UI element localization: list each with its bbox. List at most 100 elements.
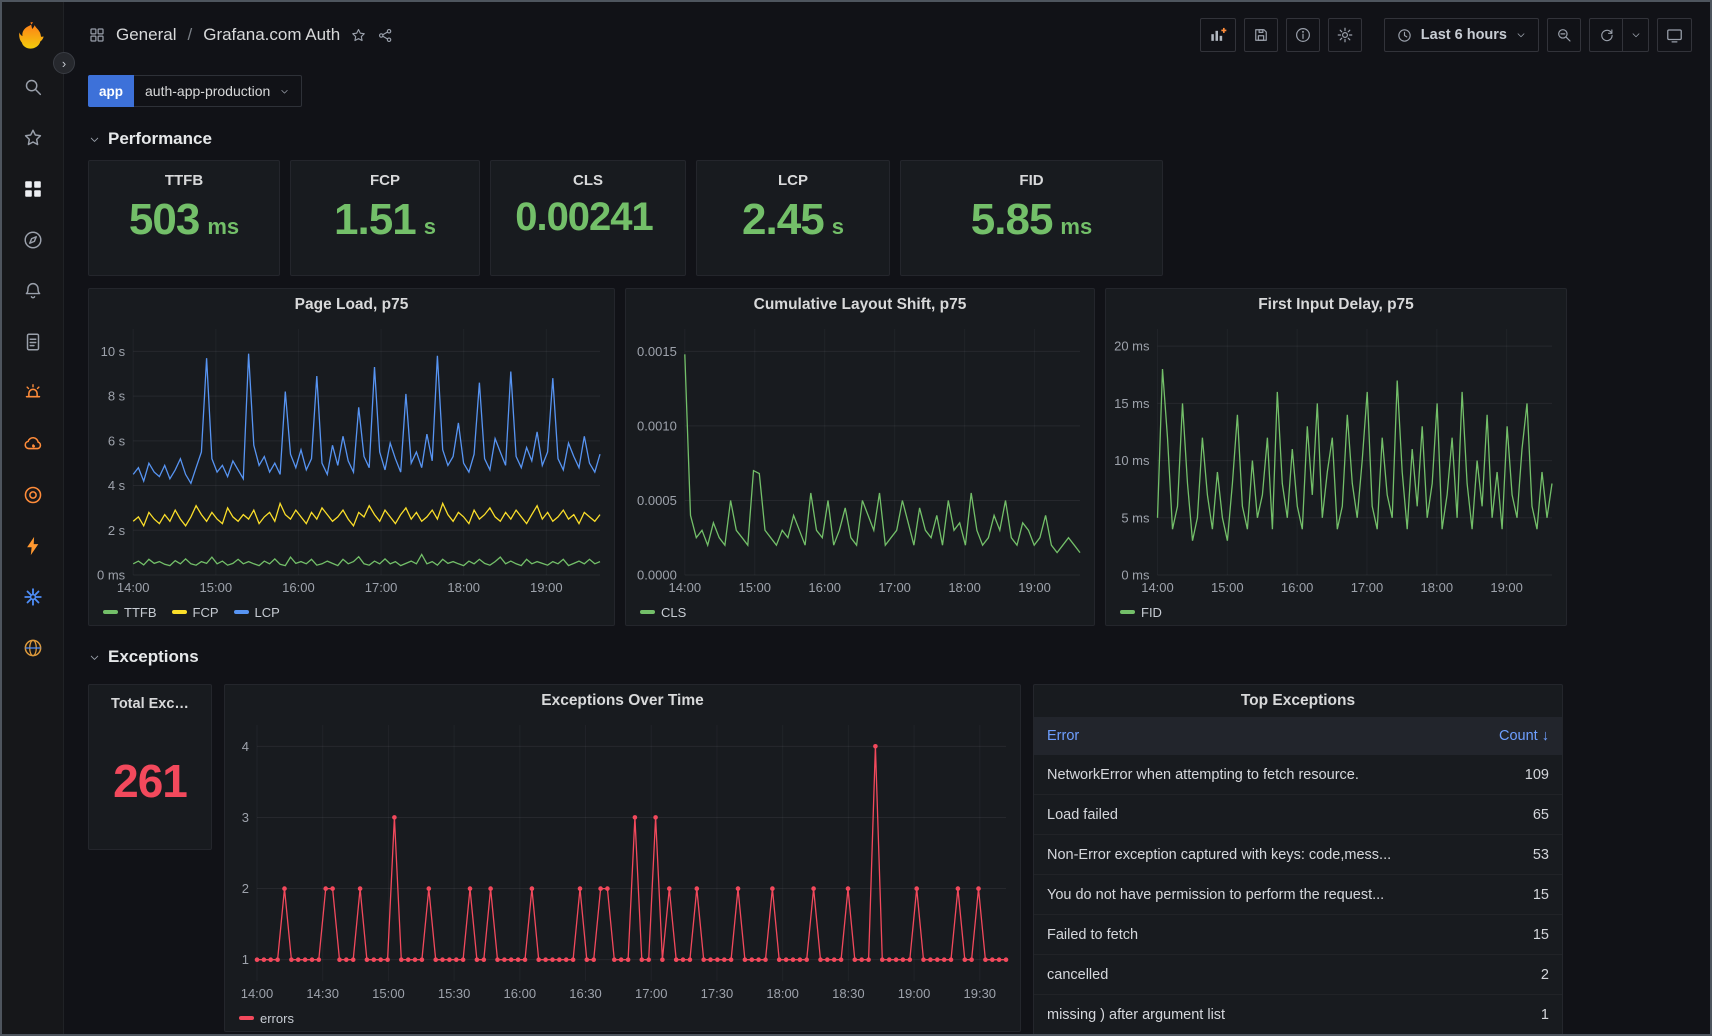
row-toggle-exceptions[interactable]: Exceptions	[88, 640, 199, 674]
panel-fcp: FCP 1.51s	[290, 160, 480, 276]
panel-fid-timeseries: First Input Delay, p75 14:0015:0016:0017…	[1105, 288, 1567, 626]
info-icon	[1294, 26, 1312, 44]
timeseries-panel-row: Page Load, p75 14:0015:0016:0017:0018:00…	[88, 288, 1686, 626]
panel-title[interactable]: LCP	[778, 172, 808, 189]
sidebar-item-synthetics[interactable]	[13, 577, 53, 617]
sidebar-item-documents[interactable]	[13, 322, 53, 362]
table-row[interactable]: missing ) after argument list1	[1034, 995, 1562, 1035]
zoom-out-time-button[interactable]	[1547, 18, 1581, 52]
chart-legend: CLS	[626, 599, 1094, 625]
time-range-picker[interactable]: Last 6 hours	[1384, 18, 1539, 52]
sidebar-item-search[interactable]	[13, 67, 53, 107]
panel-title[interactable]: Total Exc…	[111, 696, 189, 712]
panel-title[interactable]: Exceptions Over Time	[225, 685, 1020, 717]
svg-text:15:30: 15:30	[438, 986, 471, 1001]
siren-icon	[22, 382, 44, 404]
legend-item-cls[interactable]: CLS	[640, 605, 686, 620]
chevron-down-icon	[1630, 29, 1642, 41]
table-row[interactable]: You do not have permission to perform th…	[1034, 875, 1562, 915]
exceptions-panel-row: Total Exc… 261 Exceptions Over Time 14:0…	[88, 684, 1686, 1036]
column-header-count[interactable]: Count ↓	[1485, 728, 1549, 744]
svg-text:0 ms: 0 ms	[1121, 568, 1150, 583]
variable-value-dropdown[interactable]: auth-app-production	[134, 75, 302, 107]
svg-text:19:00: 19:00	[530, 580, 563, 595]
sidebar-item-oncall[interactable]	[13, 373, 53, 413]
refresh-button[interactable]	[1589, 18, 1623, 52]
refresh-interval-dropdown[interactable]	[1623, 18, 1649, 52]
svg-text:15 ms: 15 ms	[1114, 396, 1150, 411]
table-row[interactable]: NetworkError when attempting to fetch re…	[1034, 755, 1562, 795]
dashboard-settings-button[interactable]	[1328, 18, 1362, 52]
svg-text:19:00: 19:00	[1490, 580, 1523, 595]
svg-text:2 s: 2 s	[108, 523, 126, 538]
sidebar-item-k6[interactable]	[13, 526, 53, 566]
legend-item-errors[interactable]: errors	[239, 1011, 294, 1026]
svg-text:6 s: 6 s	[108, 433, 126, 448]
legend-item-ttfb[interactable]: TTFB	[103, 605, 157, 620]
table-row[interactable]: Load failed65	[1034, 795, 1562, 835]
add-panel-button[interactable]	[1200, 18, 1236, 52]
legend-swatch	[172, 610, 187, 614]
legend-item-lcp[interactable]: LCP	[234, 605, 280, 620]
legend-swatch	[239, 1016, 254, 1020]
table-row[interactable]: cancelled2	[1034, 955, 1562, 995]
panel-title[interactable]: Top Exceptions	[1034, 685, 1562, 717]
sidebar-expand-button[interactable]: ›	[53, 52, 75, 74]
table-row[interactable]: Non-Error exception captured with keys: …	[1034, 835, 1562, 875]
svg-text:17:30: 17:30	[701, 986, 734, 1001]
svg-text:15:00: 15:00	[200, 580, 233, 595]
sidebar-item-explore[interactable]	[13, 220, 53, 260]
column-header-error[interactable]: Error	[1047, 728, 1485, 744]
stat-value: 5.85ms	[971, 191, 1092, 275]
sidebar-item-dashboards[interactable]	[13, 169, 53, 209]
svg-text:16:30: 16:30	[569, 986, 602, 1001]
table-row[interactable]: Failed to fetch15	[1034, 915, 1562, 955]
legend-swatch	[103, 610, 118, 614]
legend-item-fcp[interactable]: FCP	[172, 605, 219, 620]
svg-text:15:00: 15:00	[1211, 580, 1244, 595]
count-cell: 15	[1485, 887, 1549, 903]
breadcrumb: General / Grafana.com Auth	[88, 25, 394, 45]
share-icon[interactable]	[377, 27, 394, 44]
sidebar-item-alerting[interactable]	[13, 271, 53, 311]
panel-title[interactable]: FCP	[370, 172, 400, 189]
dashboard-grid-icon	[88, 26, 106, 44]
sidebar-item-web-monitoring[interactable]	[13, 628, 53, 668]
sidebar-item-starred[interactable]	[13, 118, 53, 158]
legend-item-fid[interactable]: FID	[1120, 605, 1162, 620]
document-icon	[22, 331, 44, 353]
panel-title[interactable]: CLS	[573, 172, 603, 189]
legend-swatch	[640, 610, 655, 614]
panel-title[interactable]: First Input Delay, p75	[1106, 289, 1566, 321]
svg-text:4: 4	[242, 739, 249, 754]
tv-monitor-icon	[1665, 26, 1684, 45]
error-cell: You do not have permission to perform th…	[1047, 887, 1485, 903]
collapse-chevron-icon	[88, 133, 101, 146]
grafana-flame-icon	[18, 21, 48, 51]
svg-text:18:00: 18:00	[447, 580, 480, 595]
favorite-star-icon[interactable]	[350, 27, 367, 44]
panel-title[interactable]: FID	[1019, 172, 1043, 189]
sidebar-item-slo[interactable]	[13, 475, 53, 515]
kiosk-mode-button[interactable]	[1657, 18, 1692, 52]
legend-swatch	[234, 610, 249, 614]
table-header: Error Count ↓	[1034, 717, 1562, 755]
panel-title[interactable]: TTFB	[165, 172, 203, 189]
time-range-label: Last 6 hours	[1421, 27, 1507, 43]
sidebar-item-incident[interactable]	[13, 424, 53, 464]
panel-title[interactable]: Cumulative Layout Shift, p75	[626, 289, 1094, 321]
page-title[interactable]: Grafana.com Auth	[203, 25, 340, 45]
grafana-logo[interactable]	[13, 16, 53, 56]
save-dashboard-button[interactable]	[1244, 18, 1278, 52]
count-cell: 53	[1485, 847, 1549, 863]
clock-icon	[1396, 27, 1413, 44]
panel-title[interactable]: Page Load, p75	[89, 289, 614, 321]
dashboard-info-button[interactable]	[1286, 18, 1320, 52]
count-cell: 1	[1485, 1007, 1549, 1023]
svg-text:16:00: 16:00	[1281, 580, 1314, 595]
breadcrumb-section[interactable]: General	[116, 25, 176, 45]
row-toggle-performance[interactable]: Performance	[88, 122, 212, 156]
svg-text:1: 1	[242, 952, 249, 967]
svg-text:8 s: 8 s	[108, 389, 126, 404]
error-cell: cancelled	[1047, 967, 1485, 983]
